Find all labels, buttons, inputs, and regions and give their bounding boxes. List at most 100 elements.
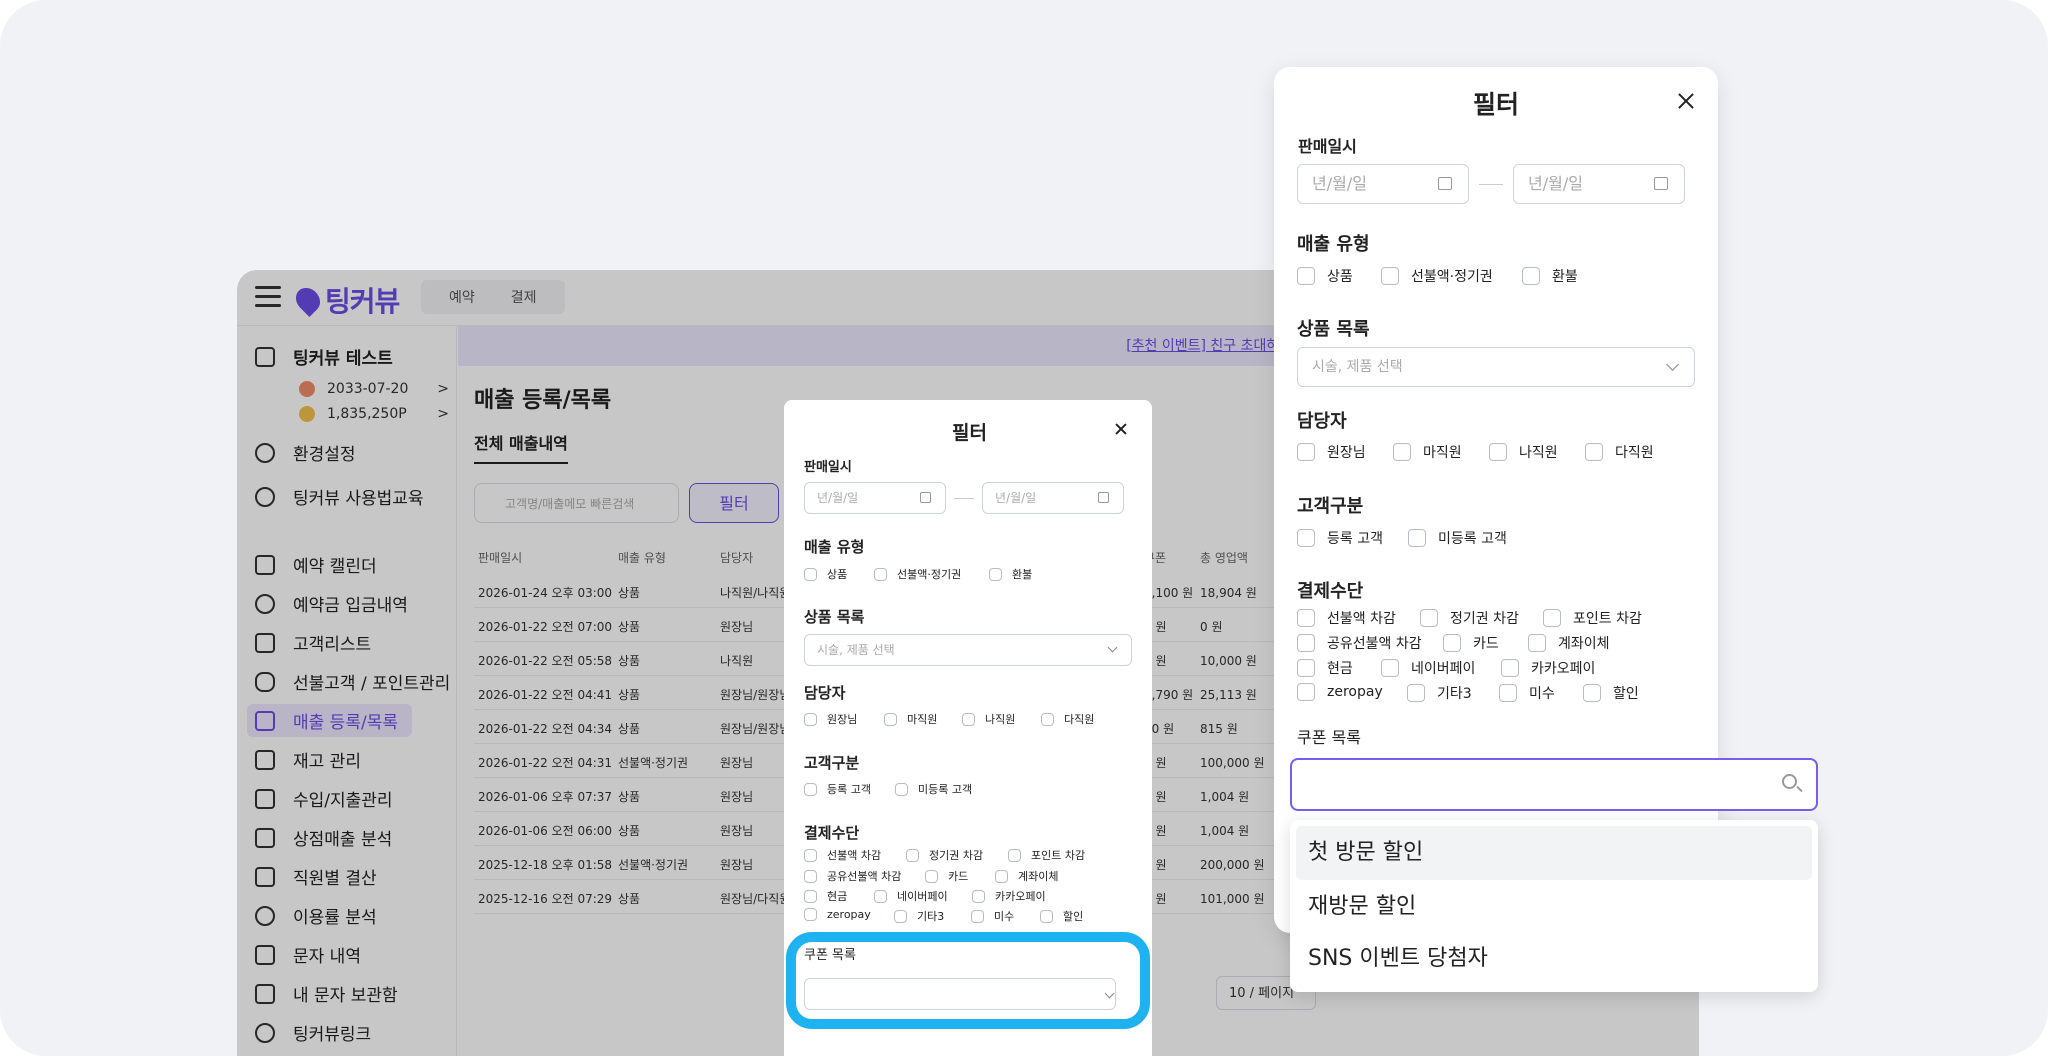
checkbox-product[interactable]: 상품 bbox=[1297, 266, 1353, 286]
checkbox-label: 나직원 bbox=[1519, 445, 1558, 461]
coupon-dropdown: 첫 방문 할인 재방문 할인 SNS 이벤트 당첨자 bbox=[1290, 820, 1818, 992]
close-icon[interactable] bbox=[1114, 422, 1128, 436]
checkbox-box bbox=[804, 848, 817, 862]
product-select[interactable]: 시술, 제품 선택 bbox=[1297, 347, 1695, 387]
checkbox-box bbox=[1297, 443, 1315, 461]
checkbox-payment[interactable]: 정기권 차감 bbox=[906, 847, 983, 863]
checkbox-staff-da[interactable]: 다직원 bbox=[1041, 711, 1094, 727]
checkbox-payment[interactable]: 네이버페이 bbox=[1381, 658, 1475, 678]
checkbox-payment[interactable]: 공유선불액 차감 bbox=[1297, 633, 1422, 653]
sale-date-label: 판매일시 bbox=[804, 460, 852, 475]
checkbox-payment[interactable]: 카드 bbox=[1443, 633, 1499, 653]
checkbox-payment[interactable]: 선불액 차감 bbox=[1297, 608, 1396, 628]
checkbox-box bbox=[884, 712, 897, 726]
checkbox-refund[interactable]: 환불 bbox=[1522, 266, 1578, 286]
checkbox-staff-ma[interactable]: 마직원 bbox=[884, 711, 937, 727]
checkbox-label: 공유선불액 차감 bbox=[1327, 636, 1422, 652]
checkbox-label: 선불액·정기권 bbox=[897, 568, 962, 581]
checkbox-box bbox=[1407, 684, 1425, 702]
coupon-option[interactable]: 첫 방문 할인 bbox=[1296, 826, 1812, 880]
checkbox-staff-owner[interactable]: 원장님 bbox=[1297, 442, 1366, 462]
checkbox-payment[interactable]: 선불액 차감 bbox=[804, 847, 881, 863]
checkbox-box bbox=[1499, 684, 1517, 702]
checkbox-box bbox=[972, 889, 985, 903]
checkbox-payment[interactable]: zeropay bbox=[804, 908, 871, 921]
checkbox-box bbox=[1543, 609, 1561, 627]
checkbox-payment[interactable]: 공유선불액 차감 bbox=[804, 868, 901, 884]
checkbox-payment[interactable]: 기타3 bbox=[1407, 683, 1472, 703]
checkbox-label: 정기권 차감 bbox=[1450, 611, 1519, 627]
checkbox-staff-owner[interactable]: 원장님 bbox=[804, 711, 857, 727]
checkbox-prepaid[interactable]: 선불액·정기권 bbox=[874, 566, 961, 582]
checkbox-label: 현금 bbox=[1327, 661, 1353, 677]
checkbox-label: 기타3 bbox=[1437, 686, 1472, 702]
close-icon[interactable] bbox=[1676, 91, 1696, 111]
product-list-label: 상품 목록 bbox=[1297, 319, 1370, 340]
checkbox-payment[interactable]: 포인트 차감 bbox=[1543, 608, 1642, 628]
checkbox-label: 환불 bbox=[1552, 269, 1578, 285]
checkbox-payment[interactable]: 카카오페이 bbox=[1501, 658, 1595, 678]
checkbox-label: 환불 bbox=[1012, 568, 1033, 581]
checkbox-label: 나직원 bbox=[985, 713, 1016, 726]
product-select[interactable]: 시술, 제품 선택 bbox=[804, 634, 1132, 666]
checkbox-payment[interactable]: 카카오페이 bbox=[972, 888, 1046, 904]
checkbox-payment[interactable]: 계좌이체 bbox=[995, 868, 1058, 884]
checkbox-staff-ma[interactable]: 마직원 bbox=[1393, 442, 1462, 462]
checkbox-prepaid[interactable]: 선불액·정기권 bbox=[1381, 266, 1493, 286]
checkbox-payment[interactable]: 네이버페이 bbox=[874, 888, 948, 904]
coupon-option[interactable]: SNS 이벤트 당첨자 bbox=[1296, 932, 1812, 986]
checkbox-payment[interactable]: 기타3 bbox=[894, 908, 944, 924]
checkbox-payment[interactable]: 포인트 차감 bbox=[1008, 847, 1085, 863]
checkbox-label: 공유선불액 차감 bbox=[827, 870, 902, 883]
sales-type-label: 매출 유형 bbox=[804, 538, 865, 556]
payment-label: 결제수단 bbox=[1297, 581, 1364, 602]
checkbox-label: 등록 고객 bbox=[1327, 531, 1383, 547]
sale-date-label: 판매일시 bbox=[1298, 137, 1357, 156]
checkbox-label: 다직원 bbox=[1064, 713, 1095, 726]
checkbox-box bbox=[1583, 684, 1601, 702]
coupon-option[interactable]: 재방문 할인 bbox=[1296, 880, 1812, 934]
checkbox-staff-da[interactable]: 다직원 bbox=[1585, 442, 1654, 462]
checkbox-payment[interactable]: 할인 bbox=[1040, 908, 1083, 924]
checkbox-payment[interactable]: 할인 bbox=[1583, 683, 1639, 703]
coupon-search-input[interactable] bbox=[1290, 758, 1818, 811]
checkbox-unregistered[interactable]: 미등록 고객 bbox=[895, 781, 972, 797]
checkbox-label: 선불액 차감 bbox=[1327, 611, 1396, 627]
checkbox-box bbox=[925, 869, 938, 883]
checkbox-payment[interactable]: zeropay bbox=[1297, 683, 1383, 701]
checkbox-box bbox=[1381, 267, 1399, 285]
calendar-icon bbox=[1438, 177, 1452, 190]
checkbox-registered[interactable]: 등록 고객 bbox=[1297, 528, 1383, 548]
checkbox-unregistered[interactable]: 미등록 고객 bbox=[1408, 528, 1507, 548]
checkbox-registered[interactable]: 등록 고객 bbox=[804, 781, 871, 797]
checkbox-label: 원장님 bbox=[827, 713, 858, 726]
checkbox-payment[interactable]: 현금 bbox=[804, 888, 847, 904]
checkbox-box bbox=[804, 889, 817, 903]
checkbox-box bbox=[1041, 712, 1054, 726]
checkbox-refund[interactable]: 환불 bbox=[989, 566, 1032, 582]
checkbox-label: 마직원 bbox=[1423, 445, 1462, 461]
checkbox-label: 등록 고객 bbox=[827, 783, 871, 796]
checkbox-label: 할인 bbox=[1063, 910, 1084, 923]
checkbox-payment[interactable]: 카드 bbox=[925, 868, 968, 884]
checkbox-payment[interactable]: 미수 bbox=[1499, 683, 1555, 703]
checkbox-label: 카카오페이 bbox=[995, 890, 1046, 903]
checkbox-label: 네이버페이 bbox=[897, 890, 948, 903]
checkbox-label: 상품 bbox=[827, 568, 848, 581]
modal-title: 필터 bbox=[1473, 90, 1520, 119]
checkbox-payment[interactable]: 미수 bbox=[971, 908, 1014, 924]
checkbox-label: 카드 bbox=[948, 870, 969, 883]
checkbox-payment[interactable]: 계좌이체 bbox=[1528, 633, 1610, 653]
checkbox-staff-na[interactable]: 나직원 bbox=[1489, 442, 1558, 462]
checkbox-box bbox=[906, 848, 919, 862]
checkbox-product[interactable]: 상품 bbox=[804, 566, 847, 582]
checkbox-payment[interactable]: 정기권 차감 bbox=[1420, 608, 1519, 628]
checkbox-label: 미수 bbox=[1529, 686, 1555, 702]
checkbox-label: 네이버페이 bbox=[1411, 661, 1476, 677]
checkbox-box bbox=[1420, 609, 1438, 627]
checkbox-staff-na[interactable]: 나직원 bbox=[962, 711, 1015, 727]
checkbox-payment[interactable]: 현금 bbox=[1297, 658, 1353, 678]
checkbox-box bbox=[971, 909, 984, 923]
checkbox-label: 미등록 고객 bbox=[1438, 531, 1507, 547]
checkbox-box bbox=[1408, 529, 1426, 547]
